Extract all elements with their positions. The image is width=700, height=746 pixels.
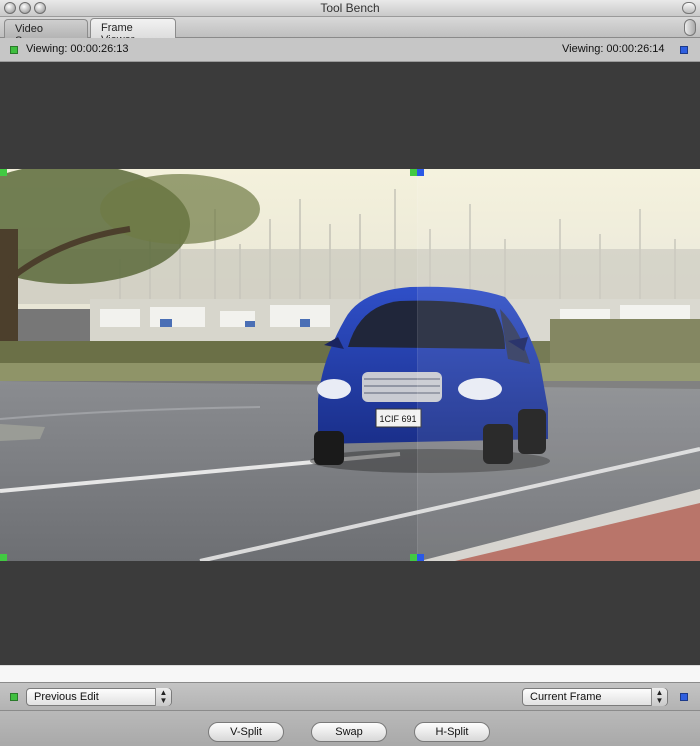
bottom-split-handle-right-icon[interactable] [417,554,424,561]
tab-scroll-handle[interactable] [684,19,696,36]
viewing-info-bar: Viewing: 00:00:26:13 Viewing: 00:00:26:1… [0,38,700,62]
window-title: Tool Bench [320,1,380,15]
source-selection-bar: Previous Edit ▲ ▼ Current Frame ▲ ▼ [0,682,700,710]
tab-frame-viewer[interactable]: Frame Viewer [90,18,176,46]
top-split-handle-left-icon[interactable] [410,169,417,176]
viewer-status-strip [0,665,700,682]
right-source-color-icon [680,693,688,701]
video-frame: 1CIF 691 [0,169,700,561]
v-split-button[interactable]: V-Split [208,722,284,742]
tab-video-scopes[interactable]: Video Scopes [4,19,88,47]
bottom-left-split-handle-icon[interactable] [0,554,7,561]
left-source-indicator-icon [10,46,18,54]
split-buttons-bar: V-Split Swap H-Split [0,710,700,746]
right-source-select-label: Current Frame [530,691,602,703]
right-source-indicator-icon [680,46,688,54]
right-source-select[interactable]: Current Frame ▲ ▼ [522,688,668,706]
popup-arrows-icon: ▲ ▼ [155,688,171,706]
split-divider[interactable] [417,169,418,561]
right-viewing-timecode: Viewing: 00:00:26:14 [562,43,665,55]
comparison-right-half [418,169,700,561]
left-viewing-timecode: Viewing: 00:00:26:13 [26,43,129,55]
window-title-bar: Tool Bench [0,0,700,17]
left-source-color-icon [10,693,18,701]
bottom-split-handle-left-icon[interactable] [410,554,417,561]
top-split-handle-right-icon[interactable] [417,169,424,176]
left-source-select[interactable]: Previous Edit ▲ ▼ [26,688,172,706]
tab-bar: Video Scopes Frame Viewer [0,17,700,47]
license-plate-text: 1CIF 691 [379,414,416,424]
popup-arrows-icon: ▲ ▼ [651,688,667,706]
toolbar-toggle-button[interactable] [682,2,696,14]
h-split-button[interactable]: H-Split [414,722,490,742]
swap-button[interactable]: Swap [311,722,387,742]
frame-viewer-canvas: 1CIF 691 [0,62,700,665]
top-left-split-handle-icon[interactable] [0,169,7,176]
left-source-select-label: Previous Edit [34,691,99,703]
